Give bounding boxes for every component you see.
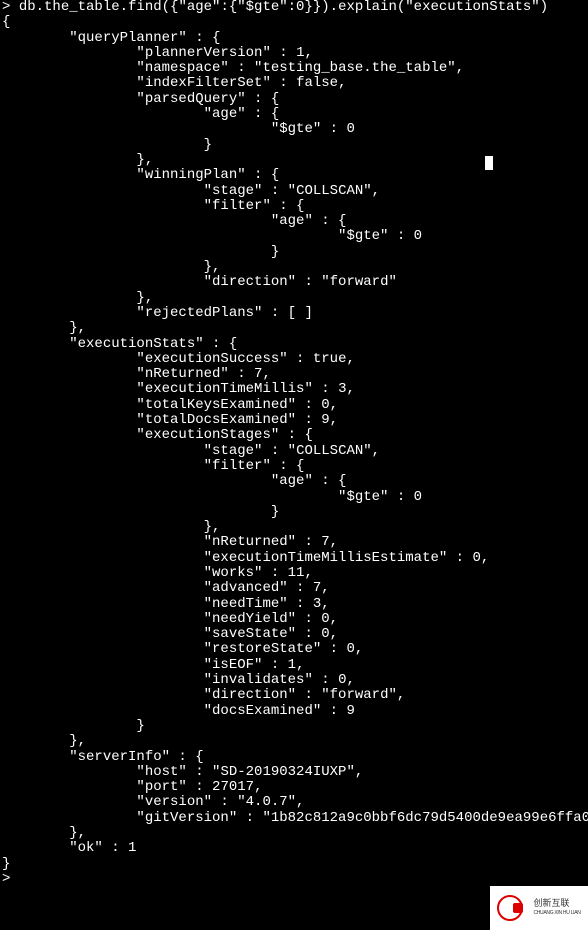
watermark-line2: CHUANG XIN HU LIAN xyxy=(533,908,580,918)
es-restorestate: 0 xyxy=(346,641,354,657)
es-direction: forward xyxy=(330,687,389,703)
server-host: SD-20190324IUXP xyxy=(220,764,346,780)
prompt-char-2: > xyxy=(2,871,10,887)
winning-stage: COLLSCAN xyxy=(296,183,363,199)
total-keys: 0 xyxy=(321,397,329,413)
es-time-est: 0 xyxy=(472,550,480,566)
cursor-icon xyxy=(485,156,493,170)
parsed-gte: 0 xyxy=(346,121,354,137)
es-iseof: 1 xyxy=(288,657,296,673)
ok-val: 1 xyxy=(128,840,136,856)
es-needyield: 0 xyxy=(321,611,329,627)
command-line: db.the_table.find({"age":{"$gte":0}}).ex… xyxy=(19,0,548,15)
es-needtime: 3 xyxy=(313,596,321,612)
n-returned: 7 xyxy=(254,366,262,382)
terminal-output[interactable]: > db.the_table.find({"age":{"$gte":0}}).… xyxy=(0,0,588,887)
es-savestate: 0 xyxy=(321,626,329,642)
namespace: testing_base.the_table xyxy=(262,60,447,76)
planner-version: 1 xyxy=(296,45,304,61)
prompt-char: > xyxy=(2,0,10,15)
server-gitversion: 1b82c812a9c0bbf6dc79d5400de9ea99e6ffa025 xyxy=(271,810,588,826)
watermark-logo-icon xyxy=(497,895,523,921)
exec-stage: COLLSCAN xyxy=(296,443,363,459)
index-filter-set: false xyxy=(296,75,338,91)
es-works: 11 xyxy=(288,565,305,581)
watermark-logo: 创新互联 CHUANG XIN HU LIAN xyxy=(497,895,580,921)
watermark-badge: 创新互联 CHUANG XIN HU LIAN xyxy=(490,886,588,930)
server-version: 4.0.7 xyxy=(246,794,288,810)
total-docs: 9 xyxy=(321,412,329,428)
winning-filter-gte: 0 xyxy=(414,228,422,244)
winning-direction: forward xyxy=(330,274,389,290)
server-port: 27017 xyxy=(212,779,254,795)
watermark-line1: 创新互联 xyxy=(533,898,580,908)
exec-filter-gte: 0 xyxy=(414,489,422,505)
es-docsexamined: 9 xyxy=(346,703,354,719)
es-invalidates: 0 xyxy=(338,672,346,688)
exec-time-ms: 3 xyxy=(338,381,346,397)
es-nreturned: 7 xyxy=(321,534,329,550)
exec-success: true xyxy=(313,351,347,367)
es-advanced: 7 xyxy=(313,580,321,596)
